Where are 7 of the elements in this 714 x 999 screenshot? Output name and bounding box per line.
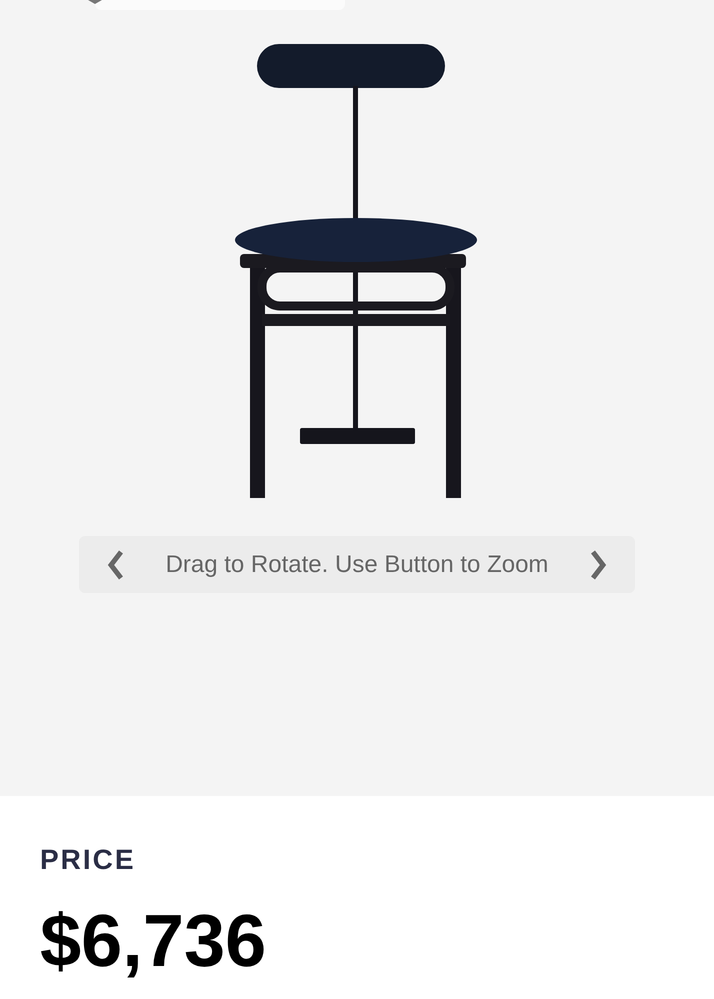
rotate-hint-text: Drag to Rotate. Use Button to Zoom [166, 550, 548, 580]
rotate-hint-bar[interactable]: Drag to Rotate. Use Button to Zoom [79, 536, 635, 593]
caret-icon [86, 0, 104, 4]
price-label: PRICE [40, 846, 137, 874]
price-amount: $6,736 [40, 904, 268, 978]
chevron-left-icon[interactable] [107, 550, 125, 580]
chevron-right-icon[interactable] [588, 550, 607, 580]
